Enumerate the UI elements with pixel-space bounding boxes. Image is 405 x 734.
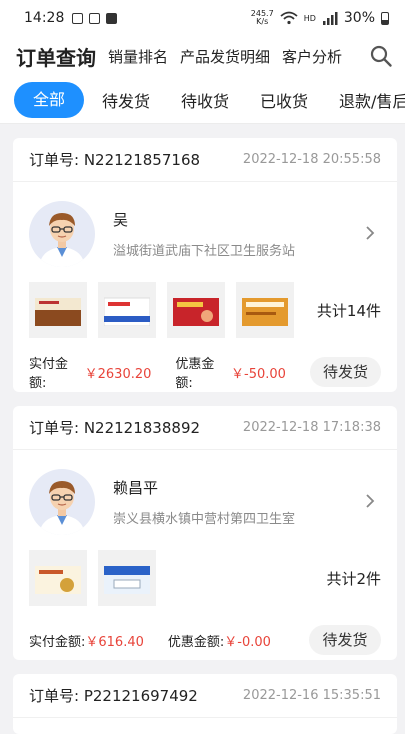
order-number: 订单号: N22121857168 [29,149,200,170]
customer-address: 崇义县横水镇中营村第四卫生室 [113,512,296,527]
order-number-label: 订单号: [29,687,84,705]
product-box-icon [35,566,81,594]
customer-row[interactable]: 赖昌平 崇义县横水镇中营村第四卫生室 [13,450,397,540]
order-footer: 实付金额: ￥616.40 优惠金额: ￥-0.00 待发货 [13,610,397,670]
tab-received[interactable]: 已收货 [260,88,308,112]
status-time: 14:28 [24,10,65,26]
chevron-right-icon[interactable] [365,226,375,240]
product-image[interactable] [29,550,87,606]
notification-icons [72,12,118,24]
discount-amount: ￥-0.00 [224,634,271,650]
tab-pending-receipt[interactable]: 待收货 [181,88,229,112]
product-image[interactable] [236,282,294,338]
status-bar: 14:28 245.7 K/s HD 30% [0,0,405,36]
order-header: 订单号: N22121857168 2022-12-18 20:55:58 [13,138,397,182]
product-box-icon [35,298,81,326]
order-number-value: P22121697492 [83,687,198,705]
doctor-avatar-icon [39,213,85,267]
product-image[interactable] [167,282,225,338]
customer-info: 赖昌平 崇义县横水镇中营村第四卫生室 [113,477,295,527]
product-image[interactable] [98,282,156,338]
product-box-icon [173,298,219,326]
order-number-value: N22121857168 [83,151,201,169]
tab-all[interactable]: 全部 [14,81,84,118]
speed-unit: K/s [256,17,269,26]
product-thumbnails: 共计14件 [13,272,397,342]
paid-amount: ￥616.40 [85,634,144,650]
search-icon[interactable] [369,44,393,68]
customer-name: 吴 [113,211,129,229]
order-footer: 实付金额: ￥2630.20 优惠金额: ￥-50.00 待发货 [13,342,397,402]
hd-label: HD [303,13,316,23]
chevron-right-icon[interactable] [365,494,375,508]
order-number: 订单号: N22121838892 [29,417,200,438]
customer-info: 吴 溢城街道武庙下社区卫生服务站 [113,209,295,259]
discount-label: 优惠金额: [175,357,215,391]
nav-customer-analysis[interactable]: 客户分析 [282,46,342,67]
paid-amount: ￥2630.20 [84,366,152,382]
order-time: 2022-12-18 20:55:58 [242,152,381,167]
item-total: 共计14件 [316,302,381,320]
customer-address: 溢城街道武庙下社区卫生服务站 [113,244,296,259]
tab-pending-shipment[interactable]: 待发货 [102,88,150,112]
product-box-icon [242,298,288,326]
paid-label: 实付金额: [29,357,69,391]
order-card[interactable]: 订单号: P22121697492 2022-12-16 15:35:51 [13,674,397,734]
order-time: 2022-12-16 15:35:51 [242,688,381,703]
paid-label: 实付金额: [29,634,86,650]
top-navigation: 订单查询 销量排名 产品发货明细 客户分析 [0,36,405,76]
battery-icon [381,11,389,25]
battery-percent: 30% [343,10,375,26]
product-image[interactable] [29,282,87,338]
nav-sales-ranking[interactable]: 销量排名 [108,46,168,67]
product-box-icon [104,297,150,326]
order-status-button[interactable]: 待发货 [309,357,381,387]
discount-label: 优惠金额: [167,634,225,650]
order-status-button[interactable]: 待发货 [309,625,381,655]
wifi-icon [280,11,298,25]
nav-order-query[interactable]: 订单查询 [16,42,96,71]
tab-refund[interactable]: 退款/售后 [339,88,405,112]
product-image[interactable] [98,550,156,606]
order-number-label: 订单号: [29,419,84,437]
product-box-icon [104,566,150,594]
signal-icon [322,11,338,25]
customer-name: 赖昌平 [113,479,159,497]
network-speed: 245.7 K/s [251,10,274,26]
order-header: 订单号: P22121697492 2022-12-16 15:35:51 [13,674,397,718]
order-time: 2022-12-18 17:18:38 [242,420,381,435]
order-card[interactable]: 订单号: N22121857168 2022-12-18 20:55:58 吴 … [13,138,397,392]
nav-product-shipping[interactable]: 产品发货明细 [180,46,270,67]
image-notification-icon [72,12,84,24]
gallery-notification-icon [89,12,101,24]
status-right: 245.7 K/s HD 30% [251,10,389,26]
product-thumbnails: 共计2件 [13,540,397,610]
order-status-tabs: 全部 待发货 待收货 已收货 退款/售后 [0,76,405,124]
order-card[interactable]: 订单号: N22121838892 2022-12-18 17:18:38 赖昌… [13,406,397,660]
order-header: 订单号: N22121838892 2022-12-18 17:18:38 [13,406,397,450]
check-notification-icon [106,12,118,24]
customer-row[interactable]: 吴 溢城街道武庙下社区卫生服务站 [13,182,397,272]
avatar [29,201,95,267]
avatar [29,469,95,535]
order-number: 订单号: P22121697492 [29,685,198,706]
order-number-value: N22121838892 [83,419,201,437]
doctor-avatar-icon [39,481,85,535]
order-number-label: 订单号: [29,151,84,169]
item-total: 共计2件 [326,570,381,588]
discount-amount: ￥-50.00 [231,366,286,382]
